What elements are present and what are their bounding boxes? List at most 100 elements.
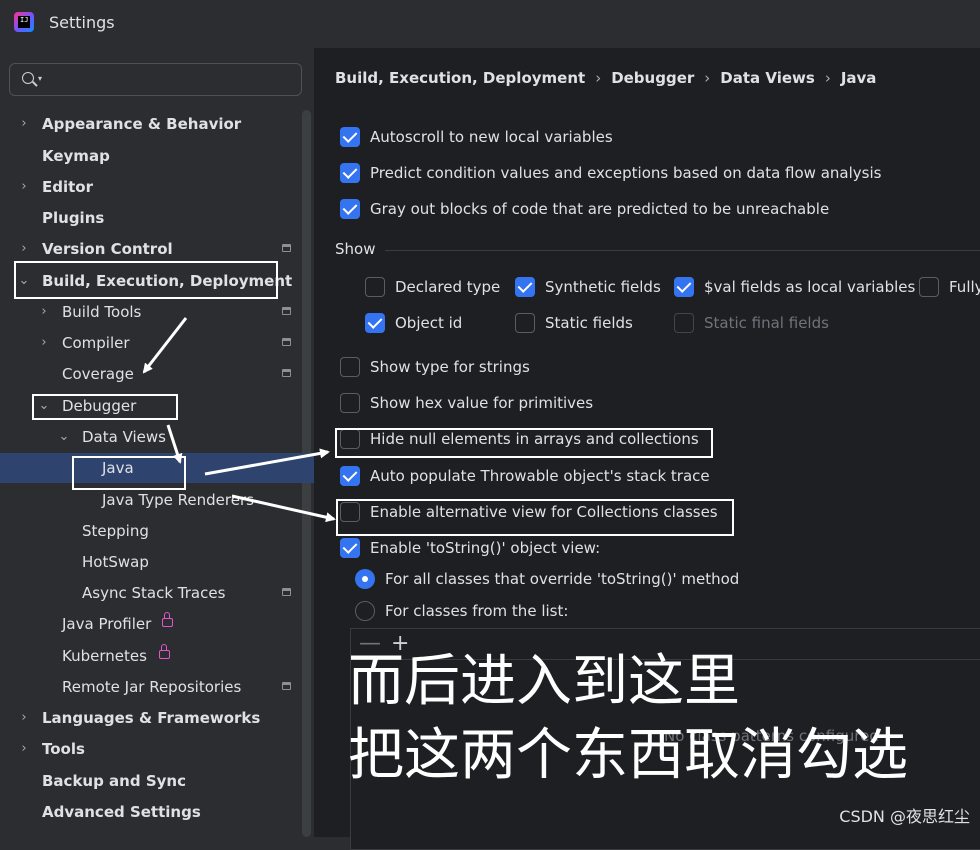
breadcrumb-item[interactable]: Data Views xyxy=(720,69,815,87)
option-label: Show type for strings xyxy=(370,358,530,376)
option-label: For classes from the list: xyxy=(385,602,569,620)
all-classes-radio[interactable] xyxy=(355,569,375,589)
sidebar-item-advanced-settings[interactable]: Advanced Settings xyxy=(0,797,302,827)
sidebar-item-async-stack-traces[interactable]: Async Stack Traces xyxy=(0,578,302,608)
sidebar-item-label: Stepping xyxy=(82,522,149,540)
sidebar-item-tools[interactable]: › Tools xyxy=(0,734,302,764)
sidebar-item-label: Java Profiler xyxy=(62,615,152,633)
sidebar-item-label: Kubernetes xyxy=(62,647,147,665)
chevron-right-icon[interactable]: › xyxy=(14,172,34,202)
sidebar-item-data-views[interactable]: ⌄ Data Views xyxy=(0,422,302,452)
option-label: Object id xyxy=(395,314,463,332)
sidebar-item-languages-frameworks[interactable]: › Languages & Frameworks xyxy=(0,703,302,733)
declared-type-checkbox[interactable] xyxy=(365,277,385,297)
sidebar-item-build-tools[interactable]: › Build Tools xyxy=(0,297,302,327)
sidebar-item-label: Backup and Sync xyxy=(42,772,186,790)
from-list-radio[interactable] xyxy=(355,601,375,621)
chevron-right-icon[interactable]: › xyxy=(14,734,34,764)
chevron-right-icon[interactable]: › xyxy=(34,328,54,358)
sidebar-item-plugins[interactable]: Plugins xyxy=(0,203,302,233)
option-label: Declared type xyxy=(395,278,501,296)
val-fields-checkbox[interactable] xyxy=(674,277,694,297)
sidebar-item-label: Editor xyxy=(42,178,93,196)
sidebar-item-label: Languages & Frameworks xyxy=(42,709,261,727)
sidebar-item-label: Coverage xyxy=(62,365,134,383)
search-options-chevron-icon[interactable]: ▾ xyxy=(38,74,42,83)
sidebar-item-label: Appearance & Behavior xyxy=(42,115,242,133)
sidebar-item-backup-and-sync[interactable]: Backup and Sync xyxy=(0,766,302,796)
breadcrumb-item[interactable]: Debugger xyxy=(611,69,694,87)
window-title: Settings xyxy=(49,13,115,32)
project-level-icon xyxy=(282,307,291,315)
project-level-icon xyxy=(282,244,291,252)
sidebar-item-java-profiler[interactable]: Java Profiler xyxy=(0,609,302,639)
sidebar-item-label: Keymap xyxy=(42,147,110,165)
breadcrumb-item: Java xyxy=(840,69,877,87)
sidebar-item-kubernetes[interactable]: Kubernetes xyxy=(0,641,302,671)
object-id-checkbox[interactable] xyxy=(365,313,385,333)
search-input[interactable]: ▾ xyxy=(9,63,302,96)
sidebar-item-stepping[interactable]: Stepping xyxy=(0,516,302,546)
chevron-right-icon[interactable]: › xyxy=(34,297,54,327)
settings-sidebar: ▾ › Appearance & Behavior Keymap › Edito… xyxy=(0,48,315,837)
static-final-fields-checkbox xyxy=(674,313,694,333)
grayout-checkbox[interactable] xyxy=(340,199,360,219)
sidebar-item-remote-jar-repositories[interactable]: Remote Jar Repositories xyxy=(0,672,302,702)
intellij-logo-icon: IJ xyxy=(14,12,34,32)
predict-checkbox[interactable] xyxy=(340,163,360,183)
sidebar-item-label: Data Views xyxy=(82,428,166,446)
synthetic-fields-checkbox[interactable] xyxy=(515,277,535,297)
section-divider xyxy=(385,250,980,251)
sidebar-item-version-control[interactable]: › Version Control xyxy=(0,234,302,264)
option-label: Static final fields xyxy=(704,314,829,332)
sidebar-item-coverage[interactable]: Coverage xyxy=(0,359,302,389)
sidebar-item-compiler[interactable]: › Compiler xyxy=(0,328,302,358)
overlay-caption-line2: 把这两个东西取消勾选 xyxy=(348,723,908,788)
sidebar-item-editor[interactable]: › Editor xyxy=(0,172,302,202)
project-level-icon xyxy=(282,338,291,346)
static-fields-checkbox[interactable] xyxy=(515,313,535,333)
breadcrumb-item[interactable]: Build, Execution, Deployment xyxy=(335,69,585,87)
annotation-box-build xyxy=(14,261,278,299)
show-type-strings-checkbox[interactable] xyxy=(340,357,360,377)
chevron-down-icon[interactable]: ⌄ xyxy=(54,422,74,452)
annotation-box-alt-view xyxy=(336,499,734,536)
sidebar-item-label: Compiler xyxy=(62,334,130,352)
sidebar-item-label: Remote Jar Repositories xyxy=(62,678,242,696)
fully-qualified-checkbox[interactable] xyxy=(919,277,939,297)
sidebar-item-label: HotSwap xyxy=(82,553,149,571)
breadcrumb: Build, Execution, Deployment › Debugger › Da… xyxy=(335,69,876,87)
project-level-icon xyxy=(282,588,291,596)
breadcrumb-separator: › xyxy=(595,69,602,87)
title-bar: IJ Settings xyxy=(0,0,980,48)
option-label: Enable 'toString()' object view: xyxy=(370,539,601,557)
chevron-right-icon[interactable]: › xyxy=(14,234,34,264)
lock-icon xyxy=(159,644,170,659)
option-label: Predict condition values and exceptions … xyxy=(370,164,882,182)
sidebar-item-label: Build Tools xyxy=(62,303,142,321)
sidebar-item-keymap[interactable]: Keymap xyxy=(0,141,302,171)
chevron-right-icon[interactable]: › xyxy=(14,703,34,733)
lock-icon xyxy=(162,612,173,627)
chevron-right-icon[interactable]: › xyxy=(14,109,34,139)
annotation-box-hide-null xyxy=(335,428,713,458)
sidebar-item-label: Async Stack Traces xyxy=(82,584,226,602)
show-hex-checkbox[interactable] xyxy=(340,393,360,413)
search-icon xyxy=(22,72,34,84)
option-label: Show hex value for primitives xyxy=(370,394,594,412)
sidebar-item-label: Plugins xyxy=(42,209,105,227)
project-level-icon xyxy=(282,369,291,377)
option-label: Static fields xyxy=(545,314,633,332)
sidebar-item-hotswap[interactable]: HotSwap xyxy=(0,547,302,577)
watermark: CSDN @夜思红尘 xyxy=(839,807,970,826)
breadcrumb-separator: › xyxy=(824,69,831,87)
show-section-title: Show xyxy=(335,240,376,258)
sidebar-item-label: Advanced Settings xyxy=(42,803,201,821)
overlay-caption-line1: 而后进入到这里 xyxy=(348,649,740,714)
sidebar-item-appearance[interactable]: › Appearance & Behavior xyxy=(0,109,302,139)
auto-populate-checkbox[interactable] xyxy=(340,466,360,486)
annotation-box-debugger xyxy=(32,394,178,420)
autoscroll-checkbox[interactable] xyxy=(340,127,360,147)
sidebar-item-label: Version Control xyxy=(42,240,173,258)
tostring-checkbox[interactable] xyxy=(340,538,360,558)
